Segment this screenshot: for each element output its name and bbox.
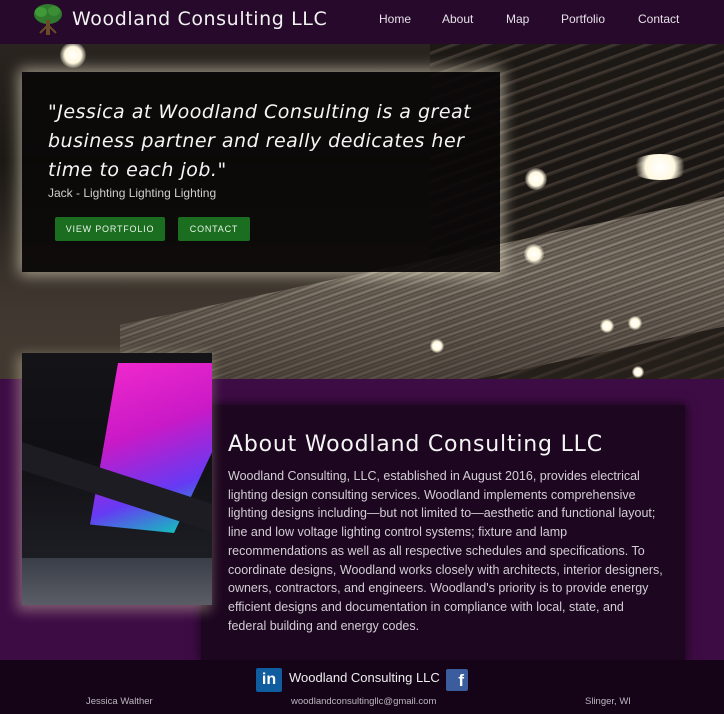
footer-email[interactable]: woodlandconsultingllc@gmail.com [291,696,436,707]
facebook-icon[interactable]: f [446,669,468,691]
testimonial-quote: "Jessica at Woodland Consulting is a gre… [48,101,472,181]
about-title: About Woodland Consulting LLC [228,432,603,457]
ceiling-light [630,154,690,180]
footer-location: Slinger, WI [585,696,631,707]
nav-about[interactable]: About [442,12,473,26]
nav-portfolio[interactable]: Portfolio [561,12,605,26]
footer-brand: Woodland Consulting LLC [289,670,440,685]
ceiling-light [60,44,86,68]
ceiling-light [430,339,444,353]
contact-button[interactable]: CONTACT [178,217,250,241]
nav-map[interactable]: Map [506,12,529,26]
linkedin-icon[interactable]: in [256,668,282,692]
photo-corridor-floor [22,558,212,605]
ceiling-light [600,319,614,333]
ceiling-light [524,244,544,264]
nav-home[interactable]: Home [379,12,411,26]
view-portfolio-button[interactable]: VIEW PORTFOLIO [55,217,165,241]
testimonial-author: Jack - Lighting Lighting Lighting [48,186,217,200]
main-nav: Home About Map Portfolio Contact [0,12,724,32]
site-footer: in Woodland Consulting LLC f Jessica Wal… [0,660,724,714]
testimonial-panel: "Jessica at Woodland Consulting is a gre… [22,72,500,272]
neon-ceiling-photo [22,353,212,605]
footer-name: Jessica Walther [86,696,153,707]
ceiling-light [628,316,642,330]
nav-contact[interactable]: Contact [638,12,679,26]
ceiling-light [632,366,644,378]
site-header: Woodland Consulting LLC Home About Map P… [0,0,724,44]
about-body: Woodland Consulting, LLC, established in… [228,469,663,633]
ceiling-light [525,168,547,190]
about-panel: About Woodland Consulting LLC Woodland C… [201,405,685,661]
